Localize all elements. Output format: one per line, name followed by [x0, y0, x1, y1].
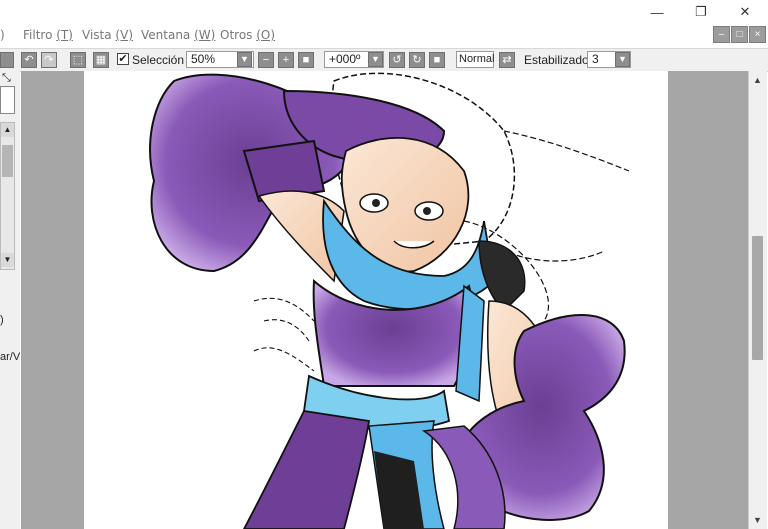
- restore-icon: □: [736, 29, 743, 40]
- scroll-up-icon[interactable]: ▲: [1, 123, 14, 137]
- close-icon: ✕: [739, 4, 751, 19]
- stabilizer-value: 3: [592, 52, 599, 66]
- toolbar: ↶ ↷ ⬚ ▦ ✔ Selección 50% ▼ − + ■ +000º ▼ …: [0, 48, 768, 72]
- panel-text-fragment: ar/V: [0, 351, 21, 363]
- deselect-icon: ⬚: [72, 54, 84, 66]
- selection-label: Selección: [132, 53, 185, 67]
- artwork-illustration: [149, 72, 630, 529]
- rotate-reset-icon: ■: [433, 54, 441, 66]
- child-restore-button[interactable]: □: [731, 26, 748, 43]
- scroll-up-icon[interactable]: ▲: [752, 75, 763, 86]
- minimize-button[interactable]: —: [634, 0, 680, 24]
- child-close-button[interactable]: ×: [749, 26, 766, 43]
- restore-icon: ❐: [695, 4, 707, 19]
- minimize-icon: –: [718, 29, 725, 40]
- rotate-left-icon: ↺: [392, 54, 402, 66]
- rotate-right-button[interactable]: ↻: [409, 52, 425, 68]
- panel-scrollbar[interactable]: ▲ ▼: [0, 122, 15, 270]
- zoom-in-icon: +: [282, 54, 290, 66]
- blend-mode-field[interactable]: Normal: [456, 51, 494, 68]
- menu-bar: ) Filtro (T) Vista (V) Ventana (W) Otros…: [0, 24, 768, 46]
- menu-item-vista[interactable]: Vista (V): [82, 28, 133, 42]
- select-all-icon: ▦: [95, 54, 107, 66]
- rotate-reset-button[interactable]: ■: [429, 52, 445, 68]
- zoom-value: 50%: [191, 52, 216, 66]
- stabilizer-label: Estabilizador: [524, 53, 593, 67]
- scroll-down-icon[interactable]: ▼: [752, 515, 763, 526]
- chevron-down-icon: ▼: [371, 54, 380, 64]
- canvas-area[interactable]: [21, 71, 748, 529]
- canvas-vertical-scrollbar[interactable]: ▲ ▼: [748, 71, 767, 529]
- zoom-out-button[interactable]: −: [258, 52, 274, 68]
- menu-item-ventana[interactable]: Ventana (W): [141, 28, 215, 42]
- blend-mode-value: Normal: [459, 53, 495, 65]
- menu-item-truncated[interactable]: ): [0, 28, 5, 42]
- chevron-down-icon: ▼: [618, 54, 627, 64]
- rotate-right-icon: ↻: [412, 54, 422, 66]
- rotation-value: +000º: [329, 52, 361, 66]
- color-swatch[interactable]: [0, 86, 15, 114]
- flip-icon: ⇄: [502, 54, 512, 66]
- rotate-left-button[interactable]: ↺: [389, 52, 405, 68]
- checkmark-icon: ✔: [118, 53, 128, 65]
- panel-text-fragment: ): [0, 314, 4, 326]
- title-bar: — ❐ ✕: [0, 0, 768, 24]
- toolbar-button-truncated[interactable]: [0, 52, 14, 68]
- zoom-reset-button[interactable]: ■: [298, 52, 314, 68]
- zoom-dropdown-button[interactable]: ▼: [237, 52, 252, 67]
- undo-button[interactable]: ↶: [21, 52, 37, 68]
- zoom-in-button[interactable]: +: [278, 52, 294, 68]
- scroll-thumb[interactable]: [752, 236, 763, 360]
- rotation-dropdown-button[interactable]: ▼: [368, 52, 383, 67]
- scroll-down-icon[interactable]: ▼: [1, 253, 14, 267]
- select-all-button[interactable]: ▦: [93, 52, 109, 68]
- scroll-thumb[interactable]: [2, 145, 13, 177]
- deselect-button[interactable]: ⬚: [70, 52, 86, 68]
- zoom-reset-icon: ■: [302, 54, 310, 66]
- flip-button[interactable]: ⇄: [499, 52, 515, 68]
- left-panel: ⤡ ▲ ▼ ) ar/V: [0, 70, 20, 529]
- chevron-down-icon: ▼: [240, 54, 249, 64]
- minimize-icon: —: [650, 4, 664, 20]
- redo-icon: ↷: [44, 54, 54, 66]
- menu-item-otros[interactable]: Otros (O): [220, 28, 275, 42]
- close-icon: ×: [754, 29, 761, 40]
- undo-icon: ↶: [24, 54, 34, 66]
- zoom-out-icon: −: [262, 54, 270, 66]
- restore-button[interactable]: ❐: [678, 0, 724, 24]
- redo-button[interactable]: ↷: [41, 52, 57, 68]
- menu-item-filtro[interactable]: Filtro (T): [23, 28, 73, 42]
- child-minimize-button[interactable]: –: [713, 26, 730, 43]
- selection-checkbox[interactable]: ✔: [117, 53, 129, 65]
- drawing-canvas[interactable]: [84, 71, 668, 529]
- swap-colors-icon[interactable]: ⤡: [2, 72, 11, 85]
- stabilizer-dropdown-button[interactable]: ▼: [615, 52, 630, 67]
- close-button[interactable]: ✕: [722, 0, 768, 24]
